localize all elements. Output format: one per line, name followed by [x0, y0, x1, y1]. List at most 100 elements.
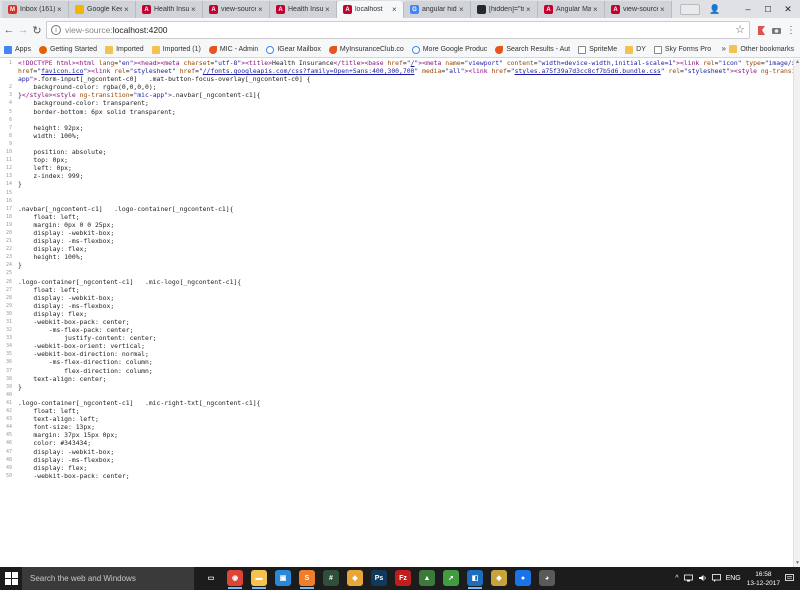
vscode-icon[interactable]: ◧ [467, 570, 483, 589]
line-number: 8 [8, 132, 12, 139]
menu-icon[interactable]: ⋮ [785, 24, 797, 36]
notifications-icon[interactable] [785, 573, 794, 584]
store-icon[interactable]: ▣ [275, 570, 291, 586]
folder-icon [729, 45, 738, 53]
bookmark-item[interactable]: Search Results - Aut [495, 45, 570, 54]
tab-2[interactable]: AHealth Insuran× [136, 1, 203, 18]
filezilla-icon[interactable]: Fz [395, 570, 411, 586]
line-number: 26 [5, 278, 12, 285]
source-line: 50 -webkit-box-pack: center; [0, 472, 793, 480]
close-tab-icon[interactable]: × [258, 5, 265, 14]
bookmark-label: IGear Mailbox [277, 46, 321, 53]
line-code: -ms-flex-direction: column; [18, 358, 153, 367]
bookmark-item[interactable]: Imported [105, 45, 144, 54]
scroll-down-icon[interactable]: ▼ [794, 560, 800, 567]
line-number: 35 [5, 351, 12, 358]
forward-button[interactable]: → [17, 23, 29, 37]
line-code: justify-content: center; [18, 334, 157, 343]
tab-0[interactable]: MInbox (161) -× [2, 1, 69, 18]
chat-icon[interactable] [711, 573, 721, 584]
back-button[interactable]: ← [3, 23, 15, 37]
line-code: -webkit-box-pack: center; [18, 318, 130, 326]
paint-icon[interactable]: ◆ [491, 570, 507, 586]
slack-icon[interactable]: # [323, 570, 339, 586]
windows-start-icon[interactable] [5, 572, 18, 585]
extension-icon[interactable] [755, 24, 767, 36]
close-tab-icon[interactable]: × [459, 5, 466, 14]
chrome-icon[interactable]: ◉ [227, 570, 243, 589]
info-icon[interactable]: i [51, 25, 61, 35]
address-bar[interactable]: i view-source:localhost:4200 ☆ [46, 21, 750, 39]
reload-button[interactable]: ↻ [31, 23, 43, 37]
language-indicator[interactable]: ENG [726, 575, 741, 582]
url-host: localhost:4200 [112, 25, 168, 35]
bookmark-item[interactable]: Getting Started [38, 45, 97, 54]
line-number: 41 [5, 399, 12, 406]
close-tab-icon[interactable]: × [191, 5, 198, 14]
bookmark-item[interactable]: DY [625, 45, 646, 54]
line-number: 47 [5, 448, 12, 455]
location-icon[interactable]: ● [515, 570, 531, 586]
tab-8[interactable]: AAngular Mate× [538, 1, 605, 18]
bookmark-star-icon[interactable]: ☆ [735, 23, 745, 36]
camera-extension-icon[interactable] [770, 24, 782, 36]
bookmark-item[interactable]: MyInsuranceClub.co [328, 45, 404, 54]
line-number: 34 [5, 343, 12, 350]
bookmark-item[interactable]: Apps [4, 45, 31, 54]
app-icon[interactable]: ◕ [539, 570, 555, 586]
line-code: float: left; [18, 407, 80, 416]
file-explorer-icon[interactable]: ▬ [251, 570, 267, 589]
bookmark-item[interactable]: MIC - Admin [208, 45, 258, 54]
line-number: 23 [5, 254, 12, 261]
tab-6[interactable]: Gangular hide × [404, 1, 471, 18]
close-tab-icon[interactable]: × [593, 5, 600, 14]
source-line: 42 float: left; [0, 407, 793, 415]
source-line: 48 display: -ms-flexbox; [0, 456, 793, 464]
close-tab-icon[interactable]: × [392, 5, 399, 14]
close-window-button[interactable]: ✕ [773, 0, 800, 18]
tray-overflow-icon[interactable]: ^ [675, 575, 678, 582]
terminal-icon[interactable]: ▲ [419, 570, 435, 586]
clock-date: 13-12-2017 [746, 579, 780, 587]
vertical-scrollbar[interactable]: ▲ ▼ [793, 59, 800, 567]
task-view-icon[interactable]: ▭ [203, 570, 219, 586]
tab-1[interactable]: Google Keep× [69, 1, 136, 18]
bookmark-item[interactable]: IGear Mailbox [266, 45, 321, 54]
volume-icon[interactable] [698, 574, 707, 584]
address-url[interactable]: view-source:localhost:4200 [65, 25, 168, 35]
close-tab-icon[interactable]: × [660, 5, 667, 14]
close-tab-icon[interactable]: × [57, 5, 64, 14]
tab-title: [hidden]="tru [489, 6, 524, 13]
tab-7[interactable]: [hidden]="tru× [471, 1, 538, 18]
close-tab-icon[interactable]: × [325, 5, 332, 14]
close-tab-icon[interactable]: × [124, 5, 131, 14]
folder-icon [151, 45, 160, 54]
new-tab-button[interactable] [680, 4, 700, 15]
chrome-dev-icon[interactable]: ◆ [347, 570, 363, 586]
bookmark-label: Imported [116, 46, 144, 53]
clock[interactable]: 16:58 13-12-2017 [747, 570, 780, 588]
close-tab-icon[interactable]: × [526, 5, 533, 14]
bookmark-item[interactable]: SpriteMe [578, 45, 617, 54]
tab-9[interactable]: Aview-source:l× [605, 1, 672, 18]
taskbar-search-input[interactable]: Search the web and Windows [22, 567, 194, 590]
photoshop-icon[interactable]: Ps [371, 570, 387, 586]
bookmarks-bar: Apps Getting Started Imported Imported (1) M… [0, 42, 800, 58]
tab-3[interactable]: Aview-source:× [203, 1, 270, 18]
source-line: 16 [0, 197, 793, 205]
network-icon[interactable] [683, 574, 693, 584]
tab-4[interactable]: AHealth Insuran× [270, 1, 337, 18]
bookmarks-overflow-icon[interactable]: » [722, 44, 726, 53]
other-bookmarks[interactable]: Other bookmarks [729, 45, 794, 53]
profile-icon[interactable]: 👤 [700, 0, 730, 18]
bookmark-item[interactable]: Sky Forms Pro [653, 45, 711, 54]
github-icon [477, 5, 486, 14]
bookmark-label: Apps [15, 46, 31, 53]
sublime-icon[interactable]: S [299, 570, 315, 589]
angular-icon: A [611, 5, 620, 14]
bookmark-item[interactable]: Imported (1) [151, 45, 201, 54]
bookmark-item[interactable]: More Google Produc [411, 45, 487, 54]
scroll-up-icon[interactable]: ▲ [794, 59, 800, 66]
tab-5[interactable]: Alocalhost × [337, 1, 404, 18]
maps-icon[interactable]: ➚ [443, 570, 459, 586]
